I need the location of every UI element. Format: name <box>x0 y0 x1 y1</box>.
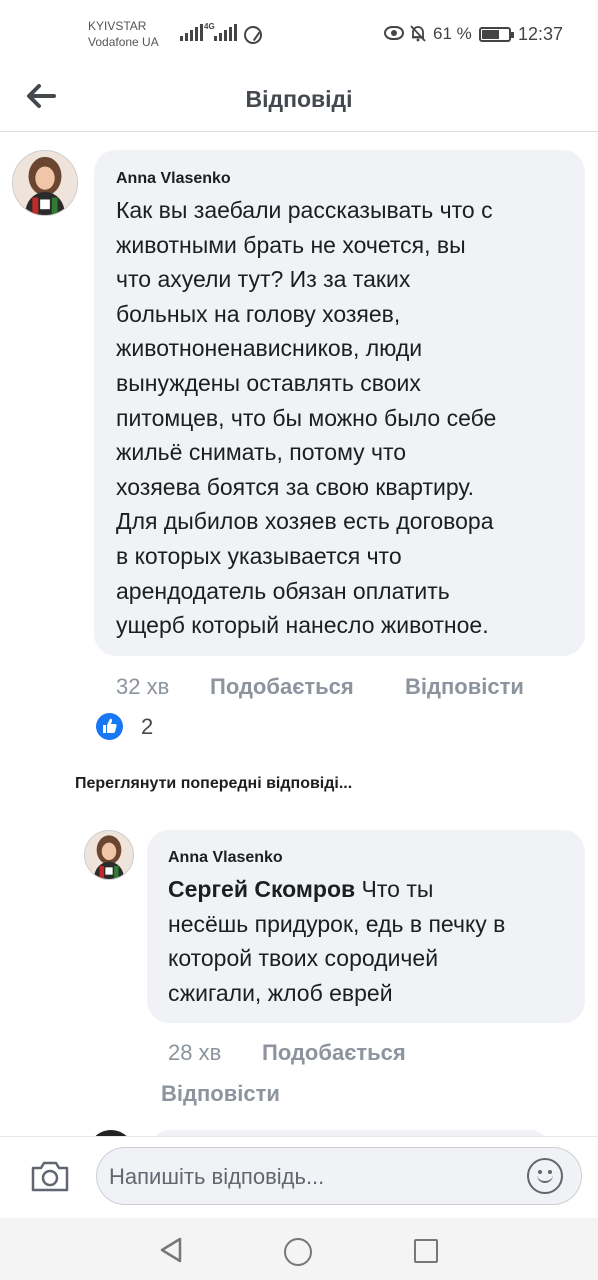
carrier-info: KYIVSTAR Vodafone UA <box>88 18 159 50</box>
signal-icon-2 <box>214 24 237 41</box>
reply-avatar[interactable] <box>84 830 134 880</box>
reply-time: 28 хв <box>168 1040 222 1065</box>
like-button[interactable]: Подобається <box>210 674 354 700</box>
nfc-icon <box>244 26 262 44</box>
profile-photo <box>13 151 77 215</box>
mute-bell-icon <box>410 25 426 42</box>
thumbs-up-icon <box>103 718 117 733</box>
clock: 12:37 <box>518 24 564 44</box>
camera-button[interactable] <box>30 1159 70 1193</box>
signal-icon <box>180 24 203 41</box>
carrier-1: KYIVSTAR <box>88 19 147 33</box>
battery-icon <box>479 27 514 42</box>
battery-percent: 61 % <box>433 24 472 43</box>
reaction-count[interactable]: 2 <box>141 714 153 740</box>
reply-input[interactable]: Напишіть відповідь... <box>96 1147 582 1205</box>
reply-button[interactable]: Відповісти <box>405 674 524 700</box>
eye-icon <box>384 26 404 40</box>
profile-photo <box>85 831 133 879</box>
triangle-back-icon <box>160 1237 182 1263</box>
like-reaction-icon[interactable] <box>96 713 123 740</box>
comment-time: 32 хв <box>116 674 170 699</box>
carrier-2: Vodafone UA <box>88 35 159 49</box>
smiley-icon[interactable] <box>527 1158 563 1194</box>
page-header: Відповіді <box>0 68 598 132</box>
avatar[interactable] <box>12 150 78 216</box>
reply-mention[interactable]: Сергей Скомров <box>168 876 355 902</box>
system-nav-bar <box>0 1218 598 1280</box>
reply-text-start: Что ты <box>355 876 434 902</box>
reply-composer: Напишіть відповідь... <box>0 1136 598 1218</box>
camera-icon <box>31 1161 69 1192</box>
nav-recents-button[interactable] <box>414 1239 438 1263</box>
reply-input-placeholder: Напишіть відповідь... <box>109 1164 325 1189</box>
comment-text: Как вы заебали рассказывать что с животн… <box>116 197 497 639</box>
reply-text: Сергей Скомров Что ты несёшь придурок, е… <box>168 872 578 1010</box>
reply-like-button[interactable]: Подобається <box>262 1040 406 1066</box>
nav-home-button[interactable] <box>284 1238 312 1266</box>
nav-back-button[interactable] <box>158 1236 184 1264</box>
page-title: Відповіді <box>245 86 353 112</box>
reply-reply-button[interactable]: Відповісти <box>161 1081 280 1107</box>
status-bar: KYIVSTAR Vodafone UA 4G 61 % 12:37 <box>0 0 598 68</box>
reply-author[interactable]: Anna Vlasenko <box>168 849 283 867</box>
reply-text-rest: несёшь придурок, едь в печку в которой т… <box>168 910 506 1006</box>
view-previous-replies-link[interactable]: Переглянути попередні відповіді... <box>75 775 352 793</box>
comment-author[interactable]: Anna Vlasenko <box>116 170 231 188</box>
